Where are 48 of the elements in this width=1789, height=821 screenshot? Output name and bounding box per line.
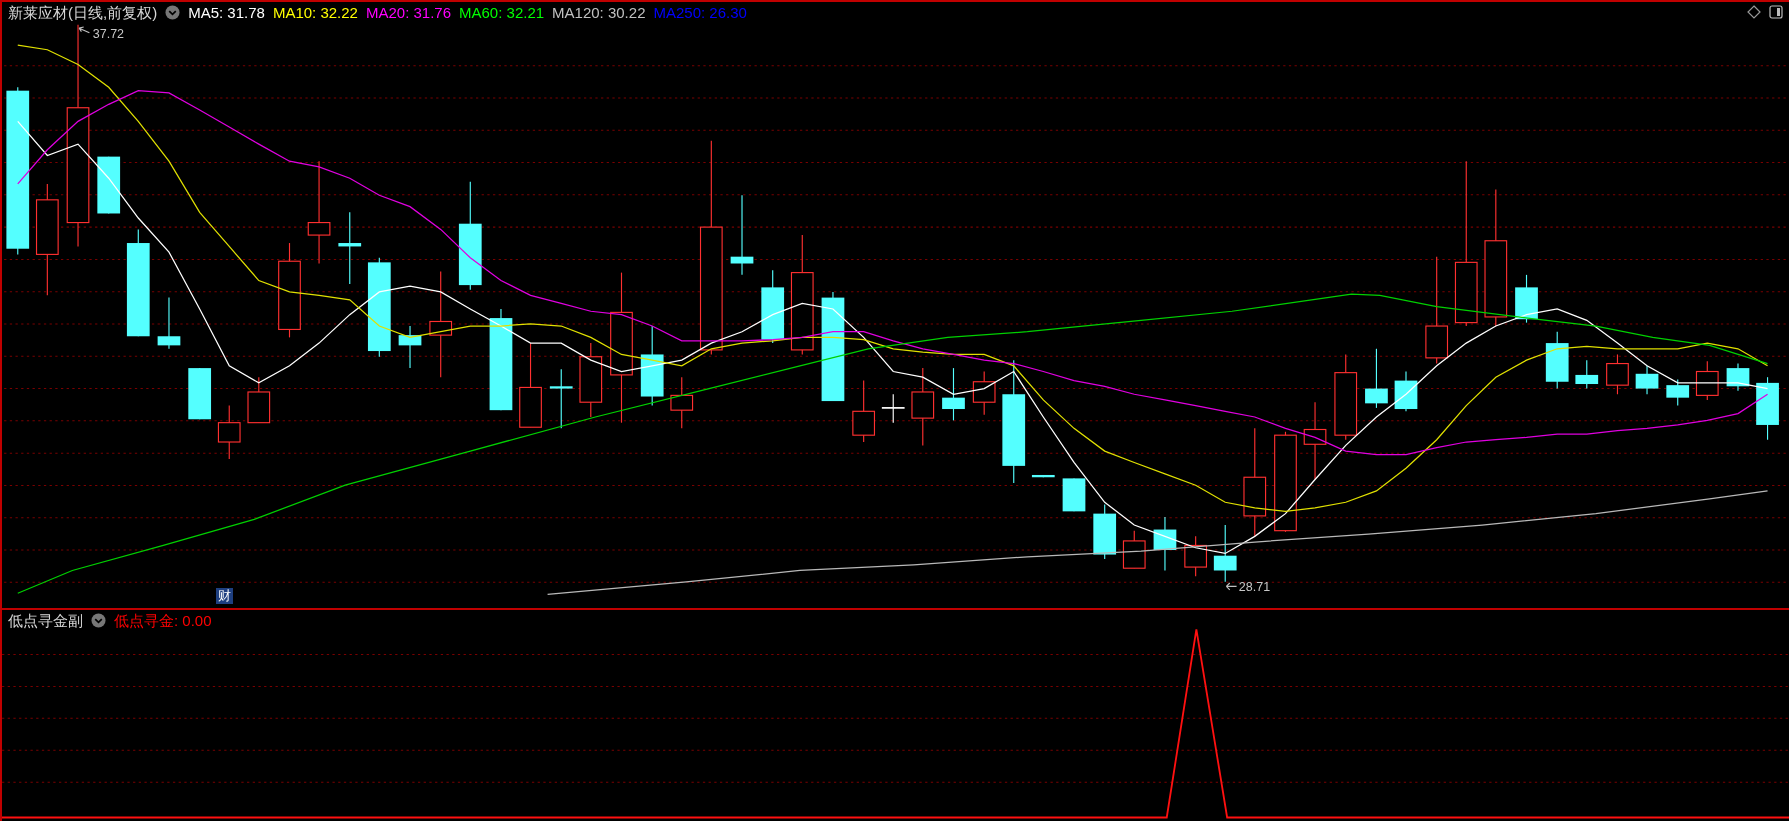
- finance-marker[interactable]: 财: [216, 588, 233, 604]
- candlestick: [942, 367, 965, 421]
- candlestick: [1031, 474, 1055, 478]
- indicator-value: MA20: 31.76: [365, 4, 451, 21]
- candlestick: [1153, 516, 1177, 572]
- candlestick: [1184, 535, 1208, 577]
- candlestick: [217, 405, 241, 460]
- chart-title: 低点寻金副: [8, 612, 83, 629]
- candlestick: [852, 380, 876, 443]
- candlestick: [549, 368, 573, 429]
- candlestick: [1545, 331, 1569, 390]
- candlestick: [1515, 274, 1538, 324]
- candlestick: [97, 156, 121, 215]
- candlestick: [1093, 503, 1117, 560]
- indicator-value: MA10: 32.22: [272, 4, 358, 21]
- high-price-label: 37.72: [92, 27, 125, 42]
- candlestick: [1062, 477, 1086, 512]
- candlestick: [1606, 353, 1629, 395]
- candlestick: [247, 376, 271, 424]
- indicator-value: 低点寻金: 0.00: [114, 612, 212, 629]
- candlestick: [157, 297, 181, 350]
- candlestick: [1666, 378, 1690, 407]
- candlestick: [1635, 365, 1659, 395]
- indicator-value: MA250: 26.30: [653, 4, 747, 21]
- diamond-icon[interactable]: [1747, 5, 1761, 19]
- panel-toggle-icon[interactable]: [1769, 5, 1783, 19]
- leader-arrow: [1225, 582, 1238, 591]
- indicator-value: MA60: 32.21: [459, 4, 545, 21]
- dropdown-icon[interactable]: [165, 5, 181, 20]
- candlestick: [881, 393, 906, 424]
- indicator-value: MA120: 30.22: [552, 4, 646, 21]
- candlestick: [1726, 363, 1750, 392]
- candlestick: [398, 325, 422, 369]
- dropdown-icon[interactable]: [91, 613, 106, 628]
- indicator-value: MA5: 31.78: [188, 4, 265, 21]
- candlestick: [1575, 359, 1599, 390]
- leader-arrow: [78, 26, 90, 34]
- low-price-label: 28.71: [1238, 579, 1271, 594]
- candlestick: [1213, 524, 1237, 583]
- candlestick: [1122, 530, 1146, 569]
- candlestick: [188, 367, 212, 420]
- chart-title: 新莱应材(日线,前复权): [8, 4, 158, 21]
- candlestick: [1394, 370, 1418, 412]
- candlestick: [1695, 360, 1719, 401]
- candlestick: [670, 376, 694, 429]
- candlestick: [972, 370, 996, 416]
- candlestick: [1365, 348, 1388, 409]
- candlestick: [1756, 376, 1779, 441]
